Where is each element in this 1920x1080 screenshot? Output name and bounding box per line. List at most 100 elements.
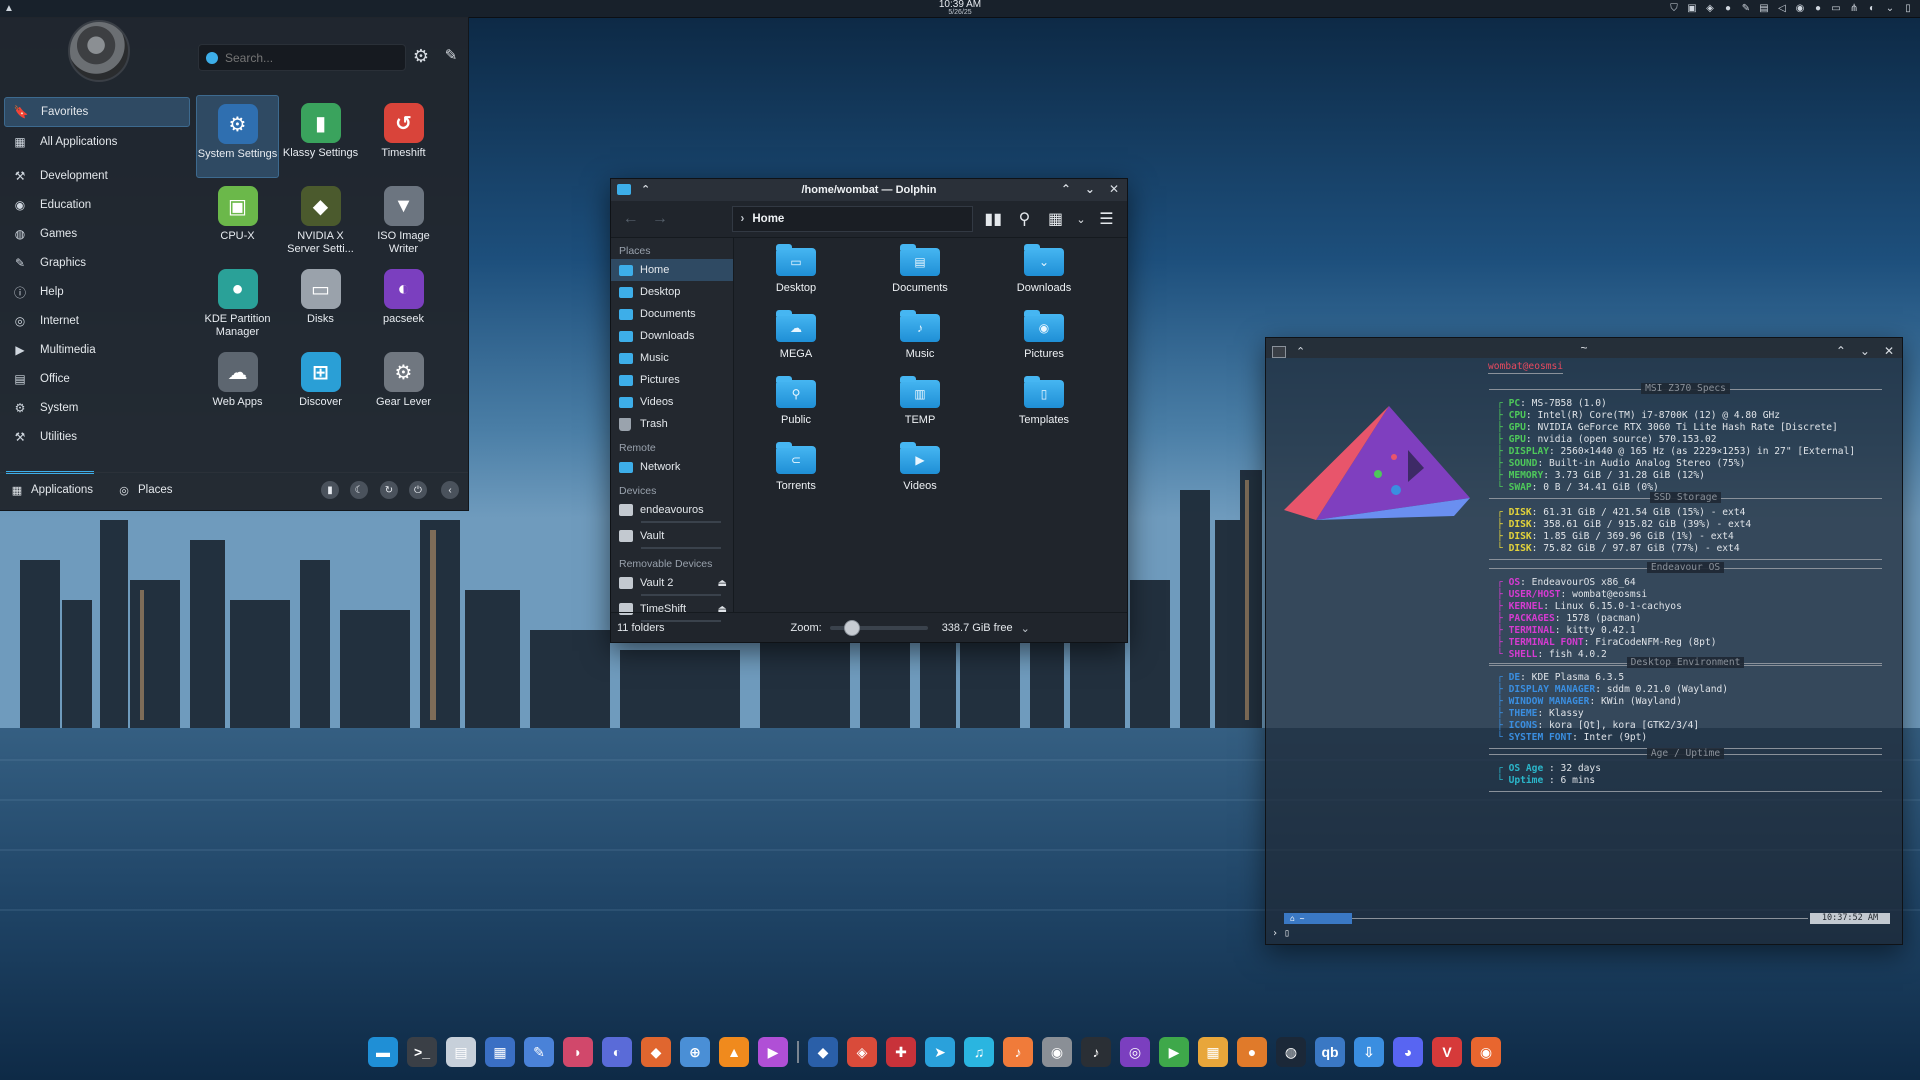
avatar[interactable] bbox=[68, 20, 130, 82]
pin-icon[interactable]: ✎ bbox=[440, 45, 462, 67]
folder-pictures[interactable]: ◉ Pictures bbox=[982, 310, 1106, 380]
firefox-dev-task-icon[interactable]: ◆ bbox=[641, 1037, 671, 1067]
category-system[interactable]: ⚙ System bbox=[4, 394, 190, 422]
notes-task-icon[interactable]: ✎ bbox=[524, 1037, 554, 1067]
folder-mega[interactable]: ☁ MEGA bbox=[734, 310, 858, 380]
tidal-task-icon[interactable]: ◎ bbox=[1120, 1037, 1150, 1067]
folder-desktop[interactable]: ▭ Desktop bbox=[734, 244, 858, 314]
dolphin-task-icon[interactable]: ▬ bbox=[368, 1037, 398, 1067]
sidebar-item-downloads[interactable]: Downloads bbox=[611, 325, 733, 347]
music-app-task-icon[interactable]: ♫ bbox=[964, 1037, 994, 1067]
tab-applications[interactable]: ▦ Applications bbox=[10, 483, 93, 497]
app-discover[interactable]: ⊞ Discover bbox=[279, 344, 362, 427]
browser-task-icon[interactable]: ◗ bbox=[563, 1037, 593, 1067]
disc-task-icon[interactable]: ◉ bbox=[1042, 1037, 1072, 1067]
sidebar-item-home[interactable]: Home bbox=[611, 259, 733, 281]
app-system-settings[interactable]: ⚙ System Settings bbox=[196, 95, 279, 178]
grid-app-task-icon[interactable]: ✚ bbox=[886, 1037, 916, 1067]
zoom-slider-handle[interactable] bbox=[844, 620, 861, 636]
telegram-task-icon[interactable]: ➤ bbox=[925, 1037, 955, 1067]
updates-icon[interactable]: ● bbox=[1812, 3, 1824, 15]
sidebar-item-desktop[interactable]: Desktop bbox=[611, 281, 733, 303]
discord-tray-icon[interactable]: ● bbox=[1722, 3, 1734, 15]
play-task-icon[interactable]: ▶ bbox=[1159, 1037, 1189, 1067]
folder-documents[interactable]: ▤ Documents bbox=[858, 244, 982, 314]
tab-places[interactable]: ◎ Places bbox=[117, 483, 172, 497]
category-help[interactable]: ⓘ Help bbox=[4, 278, 190, 306]
chevron-down-icon[interactable]: ⌄ bbox=[1021, 622, 1030, 635]
tray-expand-icon[interactable]: ⌄ bbox=[1884, 3, 1896, 15]
search-field[interactable] bbox=[198, 44, 406, 71]
lock-screen-icon[interactable]: ▮ bbox=[321, 481, 339, 499]
leave-icon[interactable]: ‹ bbox=[441, 481, 459, 499]
command-cursor[interactable]: › ▯ bbox=[1272, 928, 1290, 940]
blue-app-task-icon[interactable]: ◆ bbox=[808, 1037, 838, 1067]
sidebar-item-vault-2[interactable]: Vault 2 ⏏ bbox=[611, 572, 733, 594]
app-iso-image-writer[interactable]: ▼ ISO Image Writer bbox=[362, 178, 445, 261]
audio-app-task-icon[interactable]: ♪ bbox=[1003, 1037, 1033, 1067]
breadcrumb[interactable]: › Home bbox=[731, 206, 973, 232]
folder-videos[interactable]: ▶ Videos bbox=[858, 442, 982, 512]
vpn-icon[interactable]: ◈ bbox=[1704, 3, 1716, 15]
brush-icon[interactable]: ✎ bbox=[1740, 3, 1752, 15]
eject-icon[interactable]: ⏏ bbox=[718, 578, 727, 589]
shield-icon[interactable]: ⛉ bbox=[1668, 3, 1680, 15]
steam-tray-icon[interactable]: ◉ bbox=[1794, 3, 1806, 15]
zoom-slider[interactable] bbox=[829, 620, 928, 636]
category-utilities[interactable]: ⚒ Utilities bbox=[4, 423, 190, 451]
drive-icon[interactable]: ▭ bbox=[1830, 3, 1842, 15]
vivaldi-task-icon[interactable]: V bbox=[1432, 1037, 1462, 1067]
category-development[interactable]: ⚒ Development bbox=[4, 162, 190, 190]
kde-connect-task-icon[interactable]: ⊕ bbox=[680, 1037, 710, 1067]
view-mode-icon[interactable]: ▦ bbox=[1045, 209, 1066, 229]
download-task-icon[interactable]: ⇩ bbox=[1354, 1037, 1384, 1067]
dolphin-titlebar[interactable]: ⌃ /home/wombat — Dolphin ⌃ ⌄ ✕ bbox=[611, 179, 1127, 201]
app-timeshift[interactable]: ↺ Timeshift bbox=[362, 95, 445, 178]
discord-task-icon[interactable]: ◕ bbox=[1393, 1037, 1423, 1067]
terminal-titlebar[interactable]: ⌃ ~ ⌃ ⌄ ✕ bbox=[1266, 338, 1902, 358]
app-pacseek[interactable]: ◐ pacseek bbox=[362, 261, 445, 344]
maximize-icon[interactable]: ⌄ bbox=[1085, 182, 1095, 196]
folder-temp[interactable]: ▥ TEMP bbox=[858, 376, 982, 446]
sidebar-item-trash[interactable]: Trash bbox=[611, 413, 733, 435]
terminal-task-icon[interactable]: >_ bbox=[407, 1037, 437, 1067]
app-gear-lever[interactable]: ⚙ Gear Lever bbox=[362, 344, 445, 427]
sidebar-item-pictures[interactable]: Pictures bbox=[611, 369, 733, 391]
terminal-content[interactable]: wombat@eosmsi MSI Z370 Specs ┌ PC: MS-7B5… bbox=[1266, 358, 1902, 944]
app-cpu-x[interactable]: ▣ CPU-X bbox=[196, 178, 279, 261]
player-task-icon[interactable]: ▶ bbox=[758, 1037, 788, 1067]
files-task-icon[interactable]: ▦ bbox=[1198, 1037, 1228, 1067]
folder-music[interactable]: ♪ Music bbox=[858, 310, 982, 380]
app-disks[interactable]: ▭ Disks bbox=[279, 261, 362, 344]
breadcrumb-home[interactable]: Home bbox=[752, 213, 784, 225]
network-icon[interactable]: ⋔ bbox=[1848, 3, 1860, 15]
sidebar-item-music[interactable]: Music bbox=[611, 347, 733, 369]
vlc-task-icon[interactable]: ▲ bbox=[719, 1037, 749, 1067]
folder-downloads[interactable]: ⌄ Downloads bbox=[982, 244, 1106, 314]
text-editor-task-icon[interactable]: ▤ bbox=[446, 1037, 476, 1067]
endeavouros-menu-icon[interactable]: ▲ bbox=[3, 3, 15, 15]
sidebar-item-videos[interactable]: Videos bbox=[611, 391, 733, 413]
chevron-down-icon[interactable]: ⌄ bbox=[1076, 213, 1086, 226]
folder-public[interactable]: ⚲ Public bbox=[734, 376, 858, 446]
gear-icon[interactable]: ⚙ bbox=[410, 45, 432, 67]
category-favorites[interactable]: 🔖 Favorites bbox=[4, 97, 190, 127]
hamburger-menu-icon[interactable]: ☰ bbox=[1096, 209, 1117, 229]
folder-torrents[interactable]: ⊂ Torrents bbox=[734, 442, 858, 512]
category-education[interactable]: ◉ Education bbox=[4, 191, 190, 219]
sleep-icon[interactable]: ☾ bbox=[350, 481, 368, 499]
sidebar-item-network[interactable]: Network bbox=[611, 456, 733, 478]
media-task-icon[interactable]: ◐ bbox=[602, 1037, 632, 1067]
app-nvidia-x-server-setti[interactable]: ◆ NVIDIA X Server Setti... bbox=[279, 178, 362, 261]
volume-icon[interactable]: ◁ bbox=[1776, 3, 1788, 15]
category-internet[interactable]: ◎ Internet bbox=[4, 307, 190, 335]
qbittorrent-task-icon[interactable]: qb bbox=[1315, 1037, 1345, 1067]
notifications-icon[interactable]: ◐ bbox=[1866, 3, 1878, 15]
category-games[interactable]: ◍ Games bbox=[4, 220, 190, 248]
category-office[interactable]: ▤ Office bbox=[4, 365, 190, 393]
category-all-applications[interactable]: ▦ All Applications bbox=[4, 128, 190, 156]
lutris-task-icon[interactable]: ◈ bbox=[847, 1037, 877, 1067]
forward-icon[interactable]: → bbox=[650, 210, 669, 228]
back-icon[interactable]: ← bbox=[621, 210, 640, 228]
close-icon[interactable]: ✕ bbox=[1109, 182, 1119, 196]
